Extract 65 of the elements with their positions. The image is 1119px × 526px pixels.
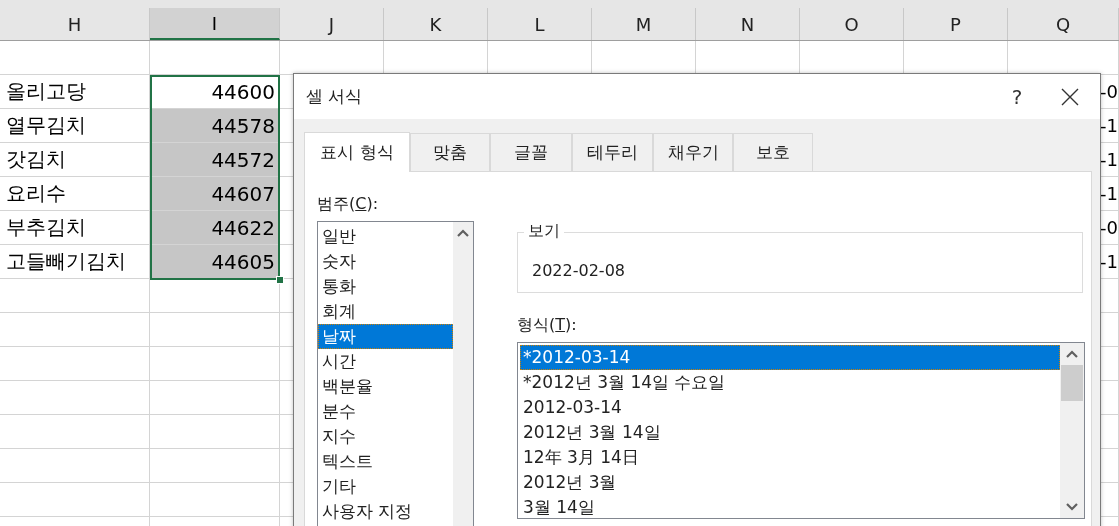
table-cell: -1 bbox=[1100, 183, 1118, 204]
list-item[interactable]: *2012-03-14 bbox=[520, 345, 1060, 370]
tab[interactable]: 표시 형식 bbox=[304, 132, 410, 172]
dialog-title: 셀 서식 bbox=[306, 85, 364, 108]
table-cell: -1 bbox=[1100, 115, 1118, 136]
list-item[interactable]: 3월 14일 bbox=[520, 495, 1060, 520]
list-item[interactable]: 백분율 bbox=[318, 374, 453, 399]
table-cell: 44578 bbox=[150, 109, 280, 142]
scroll-thumb[interactable] bbox=[1061, 365, 1083, 401]
scroll-down-icon[interactable] bbox=[1065, 502, 1079, 512]
column-header[interactable]: L bbox=[488, 8, 592, 40]
table-cell: -1 bbox=[1100, 251, 1118, 272]
list-item[interactable]: *2012년 3월 14일 수요일 bbox=[520, 370, 1060, 395]
column-header[interactable]: O bbox=[800, 8, 904, 40]
column-header[interactable]: Q bbox=[1008, 8, 1119, 40]
table-cell: 44607 bbox=[150, 177, 280, 210]
list-item[interactable]: 기타 bbox=[318, 474, 453, 499]
scroll-up-icon[interactable] bbox=[456, 228, 470, 238]
table-cell: 부추김치 bbox=[0, 211, 150, 244]
table-cell: -0 bbox=[1100, 81, 1118, 102]
column-header[interactable]: N bbox=[696, 8, 800, 40]
category-list[interactable]: 일반 숫자 통화 회계 날짜 시간 백분율 분수 지수 텍스트 기타 사용자 지정 bbox=[317, 221, 474, 526]
table-cell: -0 bbox=[1100, 217, 1118, 238]
fill-handle[interactable] bbox=[276, 276, 284, 284]
table-cell: 44572 bbox=[150, 143, 280, 176]
sample-value: 2022-02-08 bbox=[532, 261, 625, 280]
tab[interactable]: 테두리 bbox=[572, 133, 653, 171]
list-item[interactable]: 12年 3月 14日 bbox=[520, 445, 1060, 470]
tab[interactable]: 맞춤 bbox=[410, 133, 490, 171]
table-cell: 갓김치 bbox=[0, 143, 150, 176]
type-label: 형식(T): bbox=[517, 315, 578, 336]
table-cell: 44622 bbox=[150, 211, 280, 244]
list-item[interactable]: 사용자 지정 bbox=[318, 499, 453, 524]
column-header[interactable]: M bbox=[592, 8, 696, 40]
list-item[interactable]: 지수 bbox=[318, 424, 453, 449]
table-cell: 44605 bbox=[150, 245, 280, 278]
tab[interactable]: 보호 bbox=[733, 133, 813, 171]
help-button[interactable]: ? bbox=[994, 74, 1040, 119]
table-cell: 열무김치 bbox=[0, 109, 150, 142]
list-item[interactable]: 2012-03-14 bbox=[520, 395, 1060, 420]
tab[interactable]: 글꼴 bbox=[490, 133, 572, 171]
list-item[interactable]: 회계 bbox=[318, 299, 453, 324]
type-list[interactable]: *2012-03-14 *2012년 3월 14일 수요일 2012-03-14 2012년 3월 14일 12年 3月 14日 2012년 3월 3월 14일 bbox=[517, 342, 1085, 519]
scroll-up-icon[interactable] bbox=[1065, 349, 1079, 359]
close-icon bbox=[1061, 87, 1079, 106]
column-header[interactable]: P bbox=[904, 8, 1008, 40]
column-header[interactable]: J bbox=[280, 8, 384, 40]
list-item[interactable]: 일반 bbox=[318, 224, 453, 249]
list-item[interactable]: 숫자 bbox=[318, 249, 453, 274]
list-item[interactable]: 텍스트 bbox=[318, 449, 453, 474]
table-cell: 올리고당 bbox=[0, 75, 150, 108]
list-item[interactable]: 2012년 3월 bbox=[520, 470, 1060, 495]
list-item[interactable]: 2012년 3월 14일 bbox=[520, 420, 1060, 445]
list-item[interactable]: 통화 bbox=[318, 274, 453, 299]
column-header[interactable]: I bbox=[150, 8, 280, 40]
list-item[interactable]: 날짜 bbox=[318, 324, 453, 349]
category-label: 범주(C): bbox=[317, 194, 380, 215]
group-label: 보기 bbox=[524, 221, 564, 242]
table-cell: 고들빼기김치 bbox=[0, 245, 150, 278]
tab[interactable]: 채우기 bbox=[653, 133, 733, 171]
table-cell: -1 bbox=[1100, 149, 1118, 170]
list-item[interactable]: 분수 bbox=[318, 399, 453, 424]
column-header[interactable]: K bbox=[384, 8, 488, 40]
list-item[interactable]: 시간 bbox=[318, 349, 453, 374]
table-cell: 요리수 bbox=[0, 177, 150, 210]
